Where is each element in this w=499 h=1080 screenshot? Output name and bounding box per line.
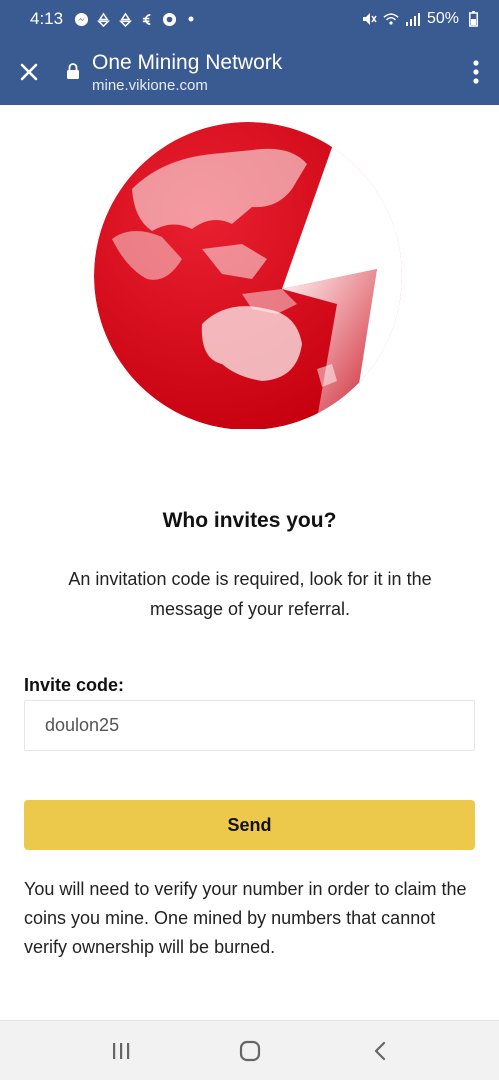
site-title: One Mining Network (92, 51, 283, 74)
send-button[interactable]: Send (24, 800, 475, 850)
status-time: 4:13 (30, 9, 64, 28)
site-url: mine.vikione.com (92, 77, 208, 94)
chrome-icon (161, 11, 177, 27)
recents-icon (113, 1043, 130, 1059)
status-right: 50% (361, 10, 481, 28)
invite-code-label: Invite code: (24, 675, 125, 695)
close-button[interactable] (16, 59, 42, 85)
page-title: Who invites you? (162, 509, 337, 532)
battery-percent: 50% (426, 10, 459, 27)
recycle-icon (117, 11, 133, 27)
mute-icon (361, 11, 377, 27)
globe-logo-icon (94, 122, 402, 429)
messenger-icon (73, 11, 89, 27)
more-vertical-icon (473, 60, 479, 84)
home-button[interactable] (237, 1039, 263, 1063)
browser-toolbar: One Mining Network mine.vikione.com (0, 38, 499, 105)
dot-icon (183, 11, 199, 27)
invite-description: An invitation code is required, look for… (68, 569, 432, 619)
invite-code-input[interactable] (24, 700, 475, 751)
recents-button[interactable] (108, 1039, 134, 1063)
more-options-button[interactable] (471, 58, 481, 86)
status-left: 4:13 (30, 9, 199, 29)
currency-icon (139, 11, 155, 27)
back-button[interactable] (368, 1039, 394, 1063)
recycle-icon (95, 11, 111, 27)
page-content: Who invites you? An invitation code is r… (0, 105, 499, 1020)
wifi-icon (383, 11, 399, 27)
verification-notice: You will need to verify your number in o… (24, 879, 467, 957)
lock-icon (67, 63, 79, 79)
close-icon (20, 63, 38, 81)
battery-icon (465, 11, 481, 27)
navigation-bar (0, 1020, 499, 1080)
home-icon (239, 1040, 261, 1062)
status-bar: 4:13 50% (0, 0, 499, 38)
back-icon (374, 1041, 386, 1061)
signal-icon (405, 11, 421, 27)
